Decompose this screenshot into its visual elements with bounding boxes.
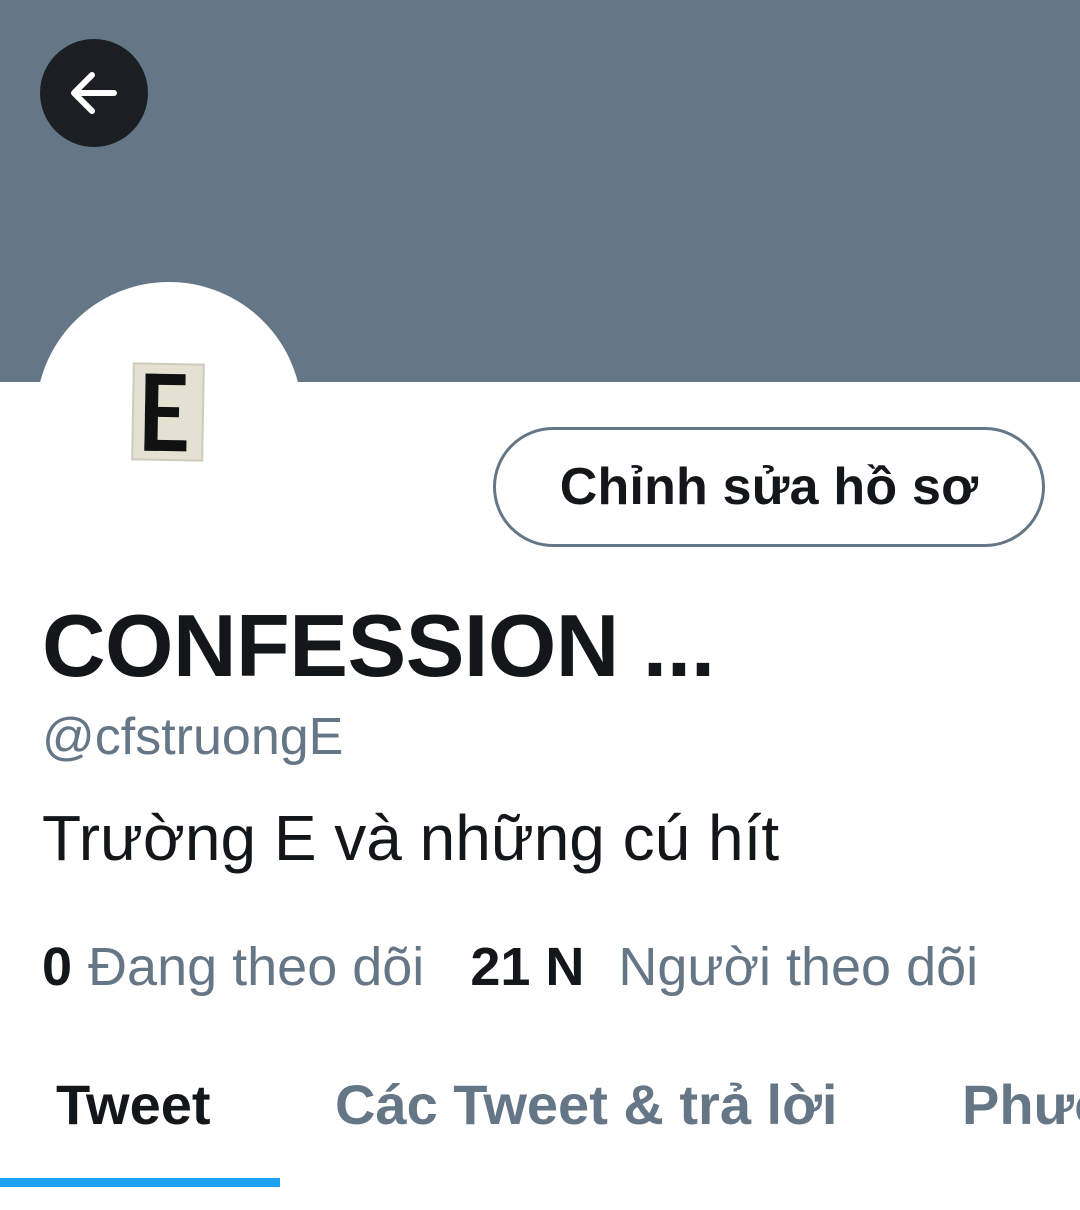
profile-stats: 0 Đang theo dõi 21 N Người theo dõi [42,936,978,1006]
following-label: Đang theo dõi [88,937,425,997]
following-link[interactable]: 0 Đang theo dõi [42,936,424,998]
active-tab-indicator [0,1178,280,1187]
following-count: 0 [42,937,73,997]
profile-tabs: Tweet Các Tweet & trả lời Phương tiện [0,1058,1080,1188]
username-handle: @cfstruongE [42,708,344,766]
avatar[interactable] [130,361,206,462]
tab-tweets-and-replies[interactable]: Các Tweet & trả lời [335,1072,837,1138]
edit-profile-button[interactable]: Chỉnh sửa hồ sơ [493,427,1045,547]
arrow-left-icon [71,72,117,114]
profile-bio: Trường E và những cú hít [42,802,780,874]
edit-profile-label: Chỉnh sửa hồ sơ [559,458,979,516]
followers-link[interactable]: 21 N Người theo dõi [470,936,978,998]
tab-media[interactable]: Phương tiện [962,1072,1080,1138]
tab-tweets[interactable]: Tweet [56,1072,211,1138]
display-name: CONFESSION ... [42,596,715,695]
back-button[interactable] [40,39,148,147]
followers-label: Người theo dõi [618,937,979,997]
followers-count: 21 N [470,937,585,997]
